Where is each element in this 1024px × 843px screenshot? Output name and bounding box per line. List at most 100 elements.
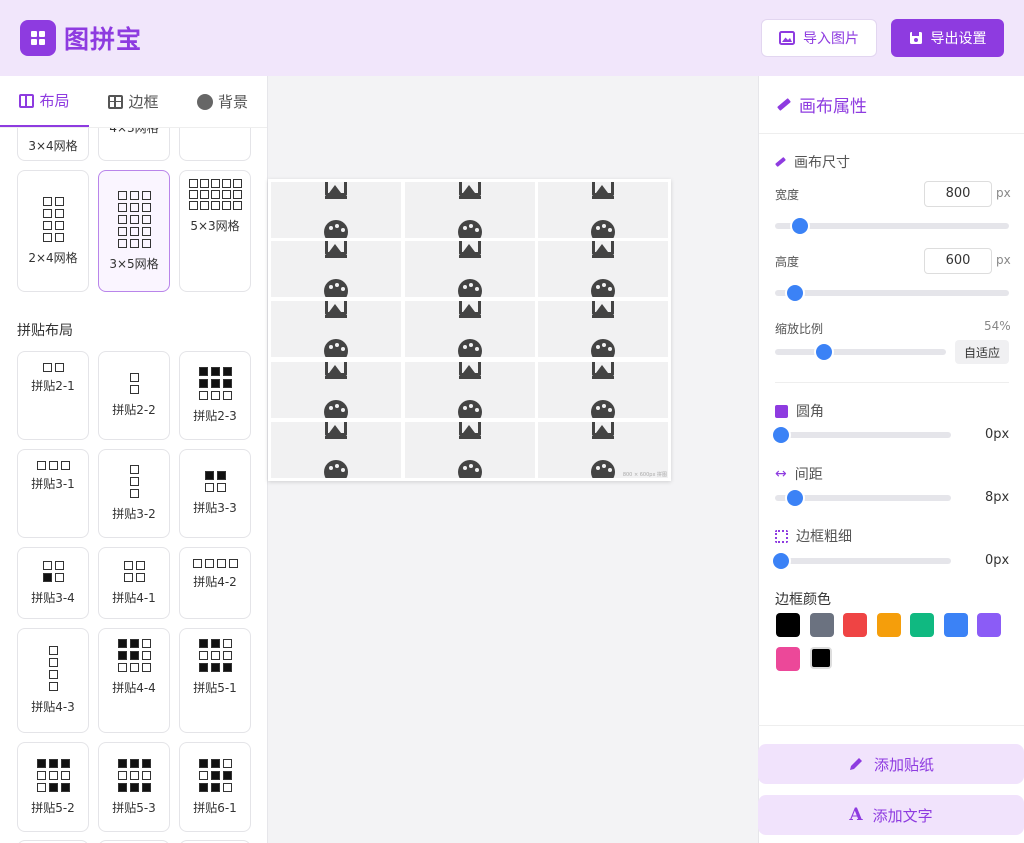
collage-card-3-2[interactable]: 拼贴3-2 — [98, 449, 170, 538]
image-slot[interactable] — [538, 241, 668, 297]
layout-card-grid-3x5[interactable]: 3×5网格 — [98, 170, 170, 292]
layout-card-grid-5x3[interactable]: 5×3网格 — [179, 170, 251, 292]
layout-card-label: 拼贴5-2 — [31, 800, 75, 815]
collage-card-6-1[interactable]: 拼贴6-1 — [179, 742, 251, 832]
image-icon — [459, 362, 481, 379]
layout-preview — [198, 367, 232, 400]
layout-card-grid-blank[interactable] — [179, 128, 251, 161]
width-label: 宽度 — [775, 188, 800, 202]
height-input[interactable]: 600 — [924, 248, 992, 274]
palette-icon — [458, 220, 482, 238]
image-slot[interactable] — [405, 241, 535, 297]
layout-preview — [117, 639, 151, 672]
color-swatch[interactable] — [943, 613, 968, 637]
color-swatch[interactable] — [876, 613, 901, 637]
app-header: 图拼宝 导入图片 导出设置 — [0, 0, 1024, 76]
image-slot[interactable] — [538, 422, 668, 478]
layout-card-label: 5×3网格 — [190, 219, 240, 233]
collage-card-2-1[interactable]: 拼贴2-1 — [17, 351, 89, 440]
collage-card-3-3[interactable]: 拼贴3-3 — [179, 449, 251, 538]
image-slot[interactable] — [538, 301, 668, 357]
divider — [775, 382, 1009, 383]
layout-card-grid-3x4[interactable]: 3×4网格 — [17, 128, 89, 161]
image-slot[interactable] — [405, 301, 535, 357]
slider-thumb[interactable] — [787, 285, 804, 301]
tab-layout-label: 布局 — [39, 92, 70, 110]
image-slot[interactable] — [405, 182, 535, 238]
layout-card-label: 拼贴4-3 — [31, 700, 75, 714]
color-swatch[interactable] — [977, 613, 1001, 637]
color-swatch[interactable] — [843, 613, 867, 637]
image-slot[interactable] — [538, 362, 668, 418]
image-slot[interactable] — [271, 362, 401, 418]
layout-preview — [204, 471, 226, 492]
slider-thumb[interactable] — [815, 344, 832, 360]
slider-thumb[interactable] — [773, 427, 789, 443]
collage-card-3-1[interactable]: 拼贴3-1 — [17, 449, 89, 538]
collage-card-4-2[interactable]: 拼贴4-2 — [179, 547, 251, 619]
layout-card-grid-2x4[interactable]: 2×4网格 — [17, 170, 89, 292]
export-settings-button[interactable]: 导出设置 — [891, 19, 1004, 57]
slider-thumb[interactable] — [791, 218, 808, 234]
zoom-slider[interactable] — [775, 349, 946, 355]
color-swatch[interactable] — [809, 647, 832, 669]
tab-background[interactable]: 背景 — [178, 76, 267, 127]
divider — [758, 725, 1024, 726]
radius-slider[interactable] — [775, 432, 951, 438]
layout-preview — [192, 559, 238, 568]
collage-card-3-4[interactable]: 拼贴3-4 — [17, 547, 89, 619]
tab-border[interactable]: 边框 — [89, 76, 178, 127]
collage-card-5-1[interactable]: 拼贴5-1 — [179, 628, 251, 733]
tab-layout[interactable]: 布局 — [0, 76, 89, 127]
collage-card-2-3[interactable]: 拼贴2-3 — [179, 351, 251, 440]
import-image-button[interactable]: 导入图片 — [761, 19, 877, 57]
color-swatch[interactable] — [776, 647, 800, 671]
border-width-slider[interactable] — [775, 558, 951, 564]
height-slider[interactable] — [775, 290, 1009, 296]
image-icon — [325, 362, 347, 379]
image-slot[interactable] — [405, 422, 535, 478]
collage-card-5-2[interactable]: 拼贴5-2 — [17, 742, 89, 832]
slider-thumb[interactable] — [787, 490, 804, 506]
width-slider[interactable] — [775, 223, 1009, 229]
image-slot[interactable] — [271, 241, 401, 297]
collage-card-5-3[interactable]: 拼贴5-3 — [98, 742, 170, 832]
add-text-label: 添加文字 — [872, 806, 933, 825]
layout-list[interactable]: 3×4网格 4×3网格 2×4网格 3×5网格 5×3网格 拼贴布局 拼贴2-1… — [0, 128, 267, 843]
import-image-label: 导入图片 — [803, 31, 859, 47]
border-icon — [108, 94, 124, 109]
slider-thumb[interactable] — [773, 553, 789, 569]
width-unit: px — [996, 186, 1011, 200]
layout-preview — [117, 758, 151, 792]
palette-icon — [591, 279, 615, 297]
add-text-button[interactable]: A 添加文字 — [758, 795, 1024, 835]
layout-preview — [36, 758, 70, 792]
image-icon — [459, 182, 481, 199]
width-input[interactable]: 800 — [924, 181, 992, 207]
border-style-icon — [775, 529, 788, 543]
palette-icon — [591, 339, 615, 357]
palette-icon — [324, 400, 348, 418]
image-slot[interactable] — [538, 182, 668, 238]
add-sticker-button[interactable]: 添加贴纸 — [758, 744, 1024, 784]
image-slot[interactable] — [271, 301, 401, 357]
collage-card-4-4[interactable]: 拼贴4-4 — [98, 628, 170, 733]
color-swatch[interactable] — [809, 613, 834, 637]
collage-card-2-2[interactable]: 拼贴2-2 — [98, 351, 170, 440]
collage-canvas[interactable]: 800 × 600px 拼图 — [268, 179, 671, 481]
layout-preview — [42, 560, 64, 582]
export-settings-label: 导出设置 — [930, 31, 987, 47]
image-slot[interactable] — [405, 362, 535, 418]
properties-title: 画布属性 — [799, 97, 867, 117]
layout-card-grid-4x3[interactable]: 4×3网格 — [98, 128, 170, 161]
height-label: 高度 — [775, 255, 800, 269]
collage-card-4-1[interactable]: 拼贴4-1 — [98, 547, 170, 619]
fit-button[interactable]: 自适应 — [955, 340, 1009, 364]
app-logo-icon — [20, 20, 56, 56]
color-swatch[interactable] — [776, 613, 800, 637]
color-swatch[interactable] — [910, 613, 934, 637]
image-slot[interactable] — [271, 422, 401, 478]
collage-card-4-3[interactable]: 拼贴4-3 — [17, 628, 89, 733]
image-slot[interactable] — [271, 182, 401, 238]
layout-card-label: 3×4网格 — [28, 139, 78, 153]
